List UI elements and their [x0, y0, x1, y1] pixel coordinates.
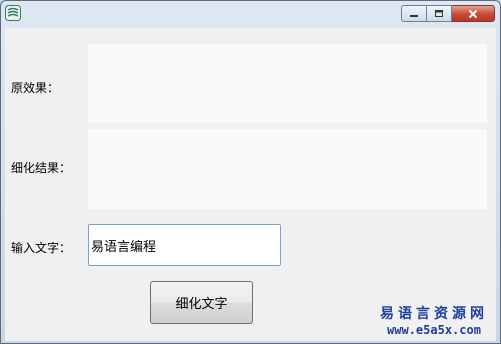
- title-bar[interactable]: [1, 1, 500, 27]
- watermark: 易语言资源网 www.e5a5x.com: [380, 303, 488, 337]
- watermark-url: www.e5a5x.com: [387, 323, 481, 337]
- minimize-icon: [410, 14, 418, 17]
- main-window: 原效果： 细化结果： 输入文字： 易语言编程 细化文字 易语言资源网 www.e…: [0, 0, 501, 344]
- thinned-result-label: 细化结果：: [11, 161, 72, 175]
- app-icon[interactable]: [5, 5, 21, 21]
- thin-text-button[interactable]: 细化文字: [150, 281, 253, 324]
- watermark-title: 易语言资源网: [380, 306, 488, 322]
- close-button[interactable]: [452, 5, 495, 22]
- original-effect-box: [88, 44, 487, 123]
- thinned-result-box: [88, 129, 487, 209]
- maximize-button[interactable]: [427, 5, 452, 22]
- text-input[interactable]: 易语言编程: [88, 224, 281, 266]
- client-area: 原效果： 细化结果： 输入文字： 易语言编程 细化文字 易语言资源网 www.e…: [5, 28, 496, 341]
- input-text-label: 输入文字：: [11, 241, 72, 255]
- maximize-icon: [435, 10, 443, 17]
- caption-buttons: [401, 5, 495, 23]
- minimize-button[interactable]: [401, 5, 427, 22]
- close-icon: [468, 9, 478, 18]
- original-effect-label: 原效果：: [11, 81, 60, 95]
